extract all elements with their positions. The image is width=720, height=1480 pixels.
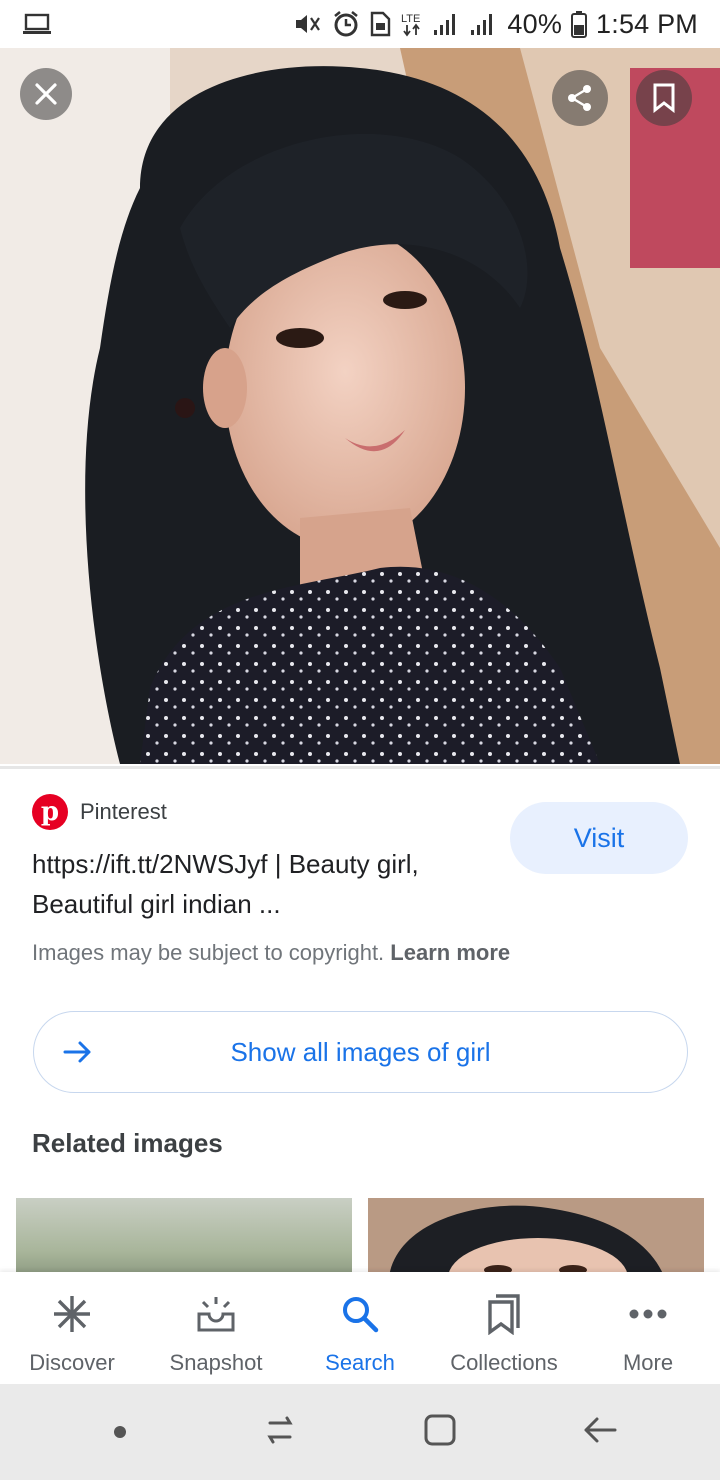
save-button[interactable] xyxy=(636,70,692,126)
nav-more[interactable]: More xyxy=(576,1272,720,1384)
status-bar: LTE 40% 1:54 PM xyxy=(0,0,720,48)
nav-search[interactable]: Search xyxy=(288,1272,432,1384)
back-arrow-icon xyxy=(582,1415,618,1450)
recent-apps-button[interactable] xyxy=(250,1402,310,1462)
bottom-navigation: Discover Snapshot Search Collections Mor… xyxy=(0,1272,720,1384)
back-button[interactable] xyxy=(570,1402,630,1462)
dot-indicator-icon xyxy=(90,1402,150,1462)
copyright-text: Images may be subject to copyright. xyxy=(32,940,385,965)
result-image[interactable] xyxy=(0,48,720,764)
visit-button[interactable]: Visit xyxy=(510,802,688,874)
alarm-icon xyxy=(332,10,360,38)
arrow-right-icon xyxy=(62,1036,94,1073)
mute-icon xyxy=(293,11,323,37)
laptop-icon xyxy=(22,12,52,36)
nav-label: Collections xyxy=(450,1350,558,1375)
nav-label: Snapshot xyxy=(169,1350,263,1375)
nav-label: Discover xyxy=(29,1350,115,1375)
recent-apps-icon xyxy=(262,1415,298,1450)
pinterest-logo-icon: p xyxy=(32,794,68,830)
signal-icon xyxy=(433,12,461,36)
nav-label: More xyxy=(622,1350,674,1375)
result-title[interactable]: https://ift.tt/2NWSJyf | Beauty girl, Be… xyxy=(32,844,492,924)
sim-icon xyxy=(369,11,391,37)
screen: LTE 40% 1:54 PM p Pinterest Visit https:… xyxy=(0,0,720,1480)
close-icon xyxy=(33,81,59,107)
system-navigation-bar xyxy=(0,1384,720,1480)
nav-collections[interactable]: Collections xyxy=(432,1272,576,1384)
nav-discover[interactable]: Discover xyxy=(0,1272,144,1384)
signal-icon-2 xyxy=(470,12,498,36)
photo-illustration xyxy=(0,48,720,764)
clock: 1:54 PM xyxy=(596,8,698,39)
show-all-label: Show all images of girl xyxy=(230,1036,491,1067)
battery-icon xyxy=(571,10,588,38)
more-icon xyxy=(628,1292,668,1336)
home-icon xyxy=(423,1413,457,1452)
share-icon xyxy=(565,83,595,113)
svg-text:LTE: LTE xyxy=(401,13,420,25)
share-button[interactable] xyxy=(552,70,608,126)
lte-icon: LTE xyxy=(400,11,424,37)
source-row[interactable]: p Pinterest xyxy=(32,794,167,830)
nav-snapshot[interactable]: Snapshot xyxy=(144,1272,288,1384)
snapshot-icon xyxy=(195,1292,237,1336)
related-images-heading: Related images xyxy=(32,1128,223,1158)
copyright-notice: Images may be subject to copyright. Lear… xyxy=(32,940,510,966)
close-button[interactable] xyxy=(20,68,72,120)
bookmark-icon xyxy=(652,83,676,113)
learn-more-link[interactable]: Learn more xyxy=(390,940,510,965)
search-icon xyxy=(340,1292,380,1336)
home-button[interactable] xyxy=(410,1402,470,1462)
asterisk-icon xyxy=(52,1292,92,1336)
battery-percent: 40% xyxy=(507,8,563,39)
nav-label: Search xyxy=(325,1350,395,1375)
collections-icon xyxy=(485,1292,523,1336)
show-all-images-button[interactable]: Show all images of girl xyxy=(33,1011,688,1093)
source-name: Pinterest xyxy=(80,799,167,824)
divider xyxy=(0,766,720,769)
